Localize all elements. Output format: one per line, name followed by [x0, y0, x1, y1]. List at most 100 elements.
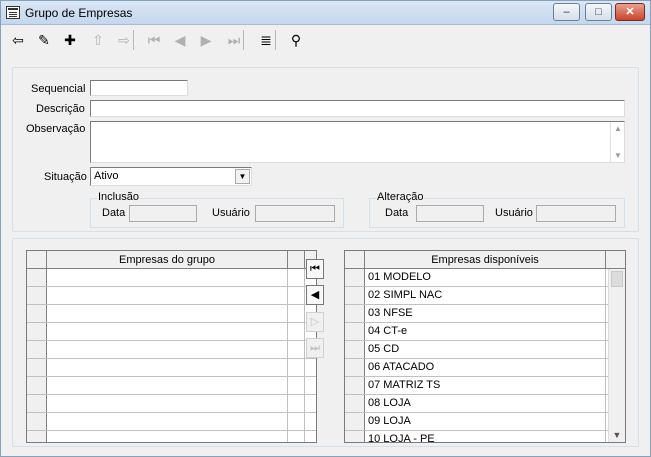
row-indicator[interactable]: [345, 305, 365, 322]
table-row[interactable]: 01 MODELO: [345, 269, 625, 287]
table-cell[interactable]: 09 LOJA: [365, 413, 606, 430]
row-indicator[interactable]: [345, 323, 365, 340]
table-row[interactable]: [27, 269, 316, 287]
table-row[interactable]: 03 NFSE: [345, 305, 625, 323]
column-header-empresas-do-grupo[interactable]: Empresas do grupo: [47, 251, 288, 269]
table-cell-extra[interactable]: [288, 341, 305, 358]
table-cell-extra[interactable]: [288, 377, 305, 394]
table-cell-extra[interactable]: [288, 431, 305, 442]
table-cell[interactable]: [47, 323, 288, 340]
table-cell[interactable]: [47, 377, 288, 394]
table-cell[interactable]: 07 MATRIZ TS: [365, 377, 606, 394]
available-companies-grid[interactable]: Empresas disponíveis 01 MODELO 02 SIMPL N…: [344, 250, 626, 443]
table-cell-extra[interactable]: [288, 269, 305, 286]
chevron-down-icon[interactable]: ▼: [609, 430, 625, 440]
app-window: Grupo de Empresas – □ ✕ ⇦ ✎ ✚ ⇧ ⇨ ⏮ ◀ ▶ ⏭ ≣ ⚲ Sequ…: [0, 0, 651, 457]
table-cell[interactable]: [47, 359, 288, 376]
table-row[interactable]: [27, 377, 316, 395]
row-indicator[interactable]: [345, 413, 365, 430]
column-header-empresas-disponiveis[interactable]: Empresas disponíveis: [365, 251, 606, 269]
title-bar[interactable]: Grupo de Empresas – □ ✕: [1, 1, 650, 25]
table-row[interactable]: [27, 395, 316, 413]
row-indicator[interactable]: [345, 287, 365, 304]
folder-add-icon[interactable]: ✚: [59, 29, 81, 51]
table-row[interactable]: 04 CT-e: [345, 323, 625, 341]
table-cell[interactable]: 10 LOJA - PE: [365, 431, 606, 442]
table-row[interactable]: 06 ATACADO: [345, 359, 625, 377]
table-cell-extra[interactable]: [288, 413, 305, 430]
row-indicator[interactable]: [345, 431, 365, 442]
table-row[interactable]: [27, 323, 316, 341]
row-indicator[interactable]: [27, 305, 47, 322]
row-indicator[interactable]: [27, 431, 47, 442]
grid-header: Empresas do grupo: [27, 251, 316, 269]
table-row[interactable]: [27, 359, 316, 377]
table-cell[interactable]: 08 LOJA: [365, 395, 606, 412]
table-cell-extra[interactable]: [288, 323, 305, 340]
chevron-down-icon[interactable]: ▼: [235, 169, 250, 184]
row-indicator[interactable]: [27, 377, 47, 394]
exit-icon[interactable]: ⇦: [7, 29, 29, 51]
binoculars-icon[interactable]: ⚲: [285, 29, 307, 51]
table-cell-extra[interactable]: [288, 359, 305, 376]
table-cell[interactable]: [47, 413, 288, 430]
table-cell[interactable]: 03 NFSE: [365, 305, 606, 322]
pencil-icon[interactable]: ✎: [33, 29, 55, 51]
scrollbar-thumb[interactable]: [611, 271, 623, 287]
inclusao-usuario-label: Usuário: [212, 207, 250, 219]
table-row[interactable]: [27, 287, 316, 305]
prev-record-icon: ◀: [174, 32, 186, 48]
row-indicator[interactable]: [345, 359, 365, 376]
chevron-up-icon[interactable]: ▲: [611, 124, 625, 133]
table-cell-extra[interactable]: [288, 395, 305, 412]
row-indicator[interactable]: [27, 413, 47, 430]
table-row[interactable]: 09 LOJA: [345, 413, 625, 431]
table-row[interactable]: [27, 305, 316, 323]
table-cell[interactable]: 02 SIMPL NAC: [365, 287, 606, 304]
table-row[interactable]: [27, 413, 316, 431]
table-cell[interactable]: [47, 269, 288, 286]
row-indicator[interactable]: [345, 395, 365, 412]
table-row[interactable]: 07 MATRIZ TS: [345, 377, 625, 395]
row-indicator[interactable]: [27, 323, 47, 340]
chevron-down-icon[interactable]: ▼: [611, 151, 625, 160]
descricao-field[interactable]: [90, 100, 625, 117]
row-indicator[interactable]: [27, 359, 47, 376]
group-companies-grid[interactable]: Empresas do grupo: [26, 250, 317, 443]
close-button[interactable]: ✕: [615, 3, 645, 21]
table-row[interactable]: 05 CD: [345, 341, 625, 359]
table-cell[interactable]: [47, 431, 288, 442]
table-cell[interactable]: [47, 341, 288, 358]
list-icon[interactable]: ≣: [255, 29, 277, 51]
row-indicator[interactable]: [345, 377, 365, 394]
observacao-field[interactable]: ▲ ▼: [90, 121, 625, 163]
sequencial-field[interactable]: [90, 80, 188, 96]
table-cell[interactable]: 01 MODELO: [365, 269, 606, 286]
table-cell[interactable]: 05 CD: [365, 341, 606, 358]
table-row[interactable]: 10 LOJA - PE: [345, 431, 625, 442]
table-cell[interactable]: [47, 395, 288, 412]
add-all-button[interactable]: ⏮: [306, 259, 324, 279]
row-indicator[interactable]: [27, 269, 47, 286]
observacao-scrollbar[interactable]: ▲ ▼: [610, 122, 624, 162]
table-cell[interactable]: [47, 287, 288, 304]
situacao-select[interactable]: Ativo ▼: [90, 167, 252, 186]
row-indicator[interactable]: [27, 287, 47, 304]
table-row[interactable]: 02 SIMPL NAC: [345, 287, 625, 305]
minimize-button[interactable]: –: [553, 3, 580, 21]
maximize-button[interactable]: □: [585, 3, 612, 21]
row-indicator[interactable]: [345, 341, 365, 358]
table-cell-extra[interactable]: [288, 305, 305, 322]
row-indicator[interactable]: [27, 341, 47, 358]
table-cell[interactable]: [47, 305, 288, 322]
add-one-button[interactable]: ◀: [306, 285, 324, 305]
row-indicator[interactable]: [27, 395, 47, 412]
table-row[interactable]: [27, 431, 316, 442]
table-row[interactable]: [27, 341, 316, 359]
table-cell[interactable]: 04 CT-e: [365, 323, 606, 340]
row-indicator[interactable]: [345, 269, 365, 286]
table-row[interactable]: 08 LOJA: [345, 395, 625, 413]
table-cell-extra[interactable]: [288, 287, 305, 304]
table-cell[interactable]: 06 ATACADO: [365, 359, 606, 376]
vertical-scrollbar[interactable]: ▼: [608, 269, 625, 442]
